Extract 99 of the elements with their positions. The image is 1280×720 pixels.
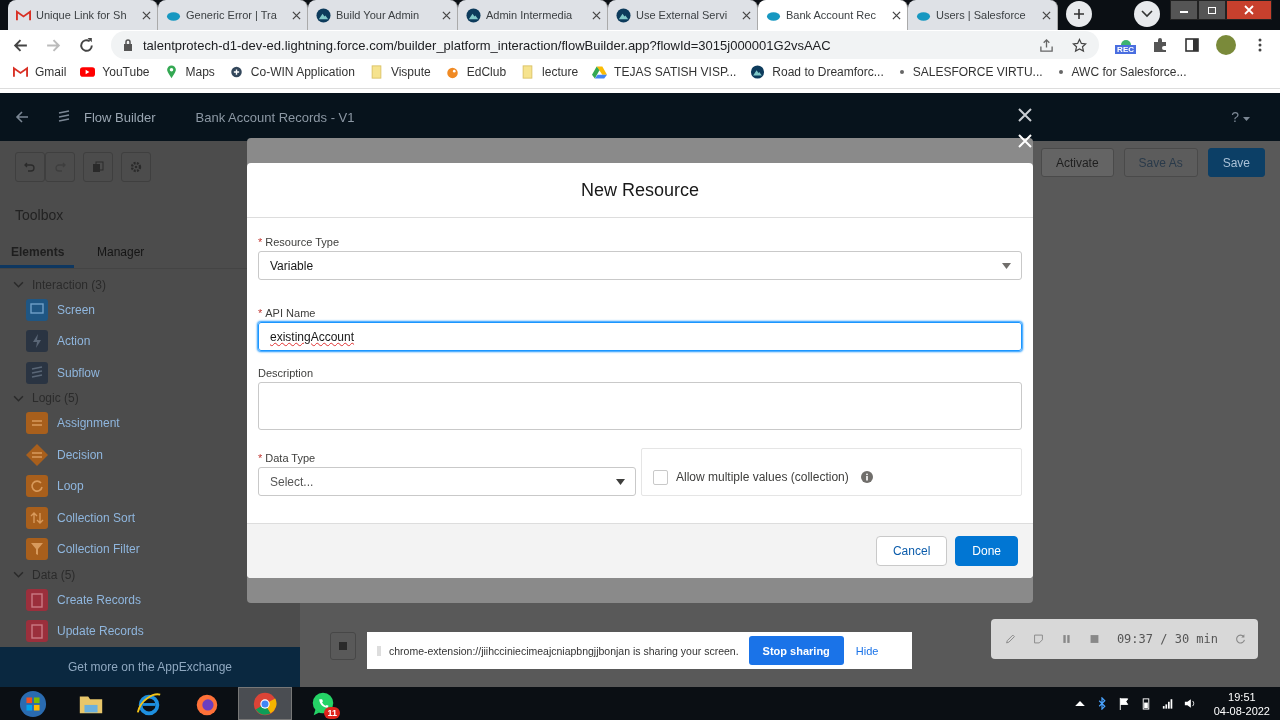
bookmark-link[interactable]: Maps [185,64,215,79]
input-field[interactable]: existingAccount [258,322,1022,351]
info-icon[interactable] [860,471,873,483]
element-item[interactable]: Create Records [0,584,300,616]
bookmark-link[interactable]: AWC for Salesforce... [1071,64,1187,79]
browser-tab[interactable]: Users | Salesforce [908,0,1058,30]
close-icon[interactable] [742,10,751,20]
field-label: API Name [265,307,316,319]
share-message: chrome-extension://jiihcciniecimeajcniapbngjjbonjan is sharing your screen. [389,644,739,657]
required-mark: * [258,452,263,464]
copy-icon [92,161,104,173]
bookmark-link[interactable]: EdClub [466,64,507,79]
maximize-button[interactable] [1198,0,1226,20]
checkbox[interactable] [653,469,668,485]
plus-icon [1073,8,1085,20]
restart-icon[interactable] [1235,632,1246,646]
dialog-title: New Resource [580,179,699,201]
play-icon[interactable] [80,64,96,79]
required-mark: * [258,236,263,248]
clock[interactable]: 19:51 04-08-2022 [1213,689,1270,718]
new-tab-button[interactable] [1066,1,1092,27]
mail-icon[interactable] [13,64,28,79]
flag-icon[interactable] [1117,697,1130,710]
reload-icon[interactable] [78,36,95,54]
dropdown-field[interactable]: Variable [258,251,1022,280]
back-arrow-icon[interactable] [14,109,30,125]
drag-handle-icon[interactable] [377,645,381,656]
browser-tab[interactable]: Admin Intermedia [458,0,608,30]
bookmark-link[interactable]: Co-WIN Application [250,64,355,79]
star-icon[interactable] [1072,37,1088,53]
dropdown-field[interactable]: Select... [258,467,636,496]
close-button[interactable] [1226,0,1272,20]
notification-badge: 11 [324,707,340,719]
caret-icon [616,478,625,485]
mountain-icon [616,7,631,23]
plus-circle-icon[interactable] [228,64,244,79]
mountain-icon [316,7,331,23]
square-icon [337,640,349,652]
field-label: Data Type [265,452,316,464]
stop-sharing-button[interactable]: Stop sharing [748,636,844,665]
caret-icon [1243,117,1250,122]
close-icon[interactable] [142,10,151,20]
settings-icon [130,161,142,173]
bookmark-link[interactable]: YouTube [102,64,150,79]
field-label: Resource Type [265,236,340,248]
mail-icon [16,7,31,23]
triangle-icon[interactable] [592,64,608,79]
appexchange-link[interactable]: Get more on the AppExchange [0,647,300,687]
profile-avatar[interactable] [1216,35,1236,55]
speaker-icon[interactable] [1183,697,1196,710]
element-item[interactable]: Collection Filter [0,533,300,565]
required-mark: * [258,307,263,319]
address-field[interactable]: talentprotech-d1-dev-ed.lightning.force.com/builder_platform_interaction/flowBuilder.app?flowId=3015j000001G2vsAAC [111,31,1100,59]
element-item[interactable]: Update Records [0,615,300,647]
start-orb-icon [19,689,47,718]
close-icon[interactable] [1042,10,1051,20]
close-icon[interactable] [442,10,451,20]
mountain-icon[interactable] [750,64,766,79]
bookmark-link[interactable]: SALESFORCE VIRTU... [912,64,1043,79]
toolbar-button[interactable]: Save [1207,148,1265,177]
app-title: Flow Builder [84,109,156,125]
close-icon[interactable] [592,10,601,20]
chevron-down-icon [1141,10,1153,18]
mountain-icon [466,7,481,23]
lock-icon [123,39,133,51]
browser-tab[interactable]: Build Your Admin [308,0,458,30]
close-icon [1244,5,1254,15]
checkbox-label: Allow multiple values (collection) [676,470,849,484]
bookmark-link[interactable]: Vispute [390,64,431,79]
bookmark-link[interactable]: Gmail [35,64,67,79]
share-icon[interactable] [1039,37,1055,53]
side-panel-icon[interactable] [1184,37,1200,53]
tab-search-button[interactable] [1134,1,1160,27]
close-icon[interactable] [292,10,301,20]
browser-tab[interactable]: Use External Servi [608,0,758,30]
recording-time: 09:37 / 30 min [1116,632,1219,646]
taskbar-app[interactable]: 11 [296,687,350,720]
hide-button[interactable]: Hide [851,644,883,657]
puzzle-icon[interactable] [1152,37,1168,53]
bookmark-link[interactable]: TEJAS SATISH VISP... [614,64,737,79]
caret-icon [1002,262,1011,269]
dialog-button[interactable]: Done [955,536,1018,566]
browser-tab[interactable]: Generic Error | Tra [158,0,308,30]
undo-icon [24,161,36,173]
element-item[interactable]: Assignment [0,407,300,439]
minimize-button[interactable] [1170,0,1198,20]
signal-icon[interactable] [1161,697,1174,710]
element-item[interactable]: Collection Sort [0,502,300,534]
bookmark-link[interactable]: Road to Dreamforc... [772,64,884,79]
browser-tab[interactable]: Unique Link for Sh [8,0,158,30]
bookmark-link[interactable]: lecture [542,64,579,79]
close-icon[interactable] [892,10,901,20]
flow-icon [56,109,72,125]
maximize-icon [1207,5,1217,15]
flow-name: Bank Account Records - V1 [195,109,355,125]
dialog-button[interactable]: Cancel [875,536,948,566]
field-label: Description [258,367,314,379]
help-menu[interactable]: ? [1231,109,1250,125]
browser-tab[interactable]: Bank Account Rec [758,0,908,30]
